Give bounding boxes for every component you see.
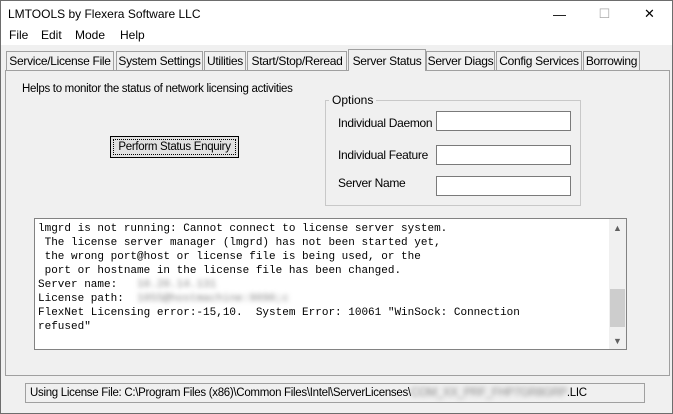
status-prefix: Using License File: C:\Program Files (x8… xyxy=(30,387,411,399)
tab-system-settings[interactable]: System Settings xyxy=(116,51,203,70)
perform-status-enquiry-button[interactable]: Perform Status Enquiry xyxy=(110,136,239,158)
output-scrollbar[interactable]: ▲ ▼ xyxy=(609,219,626,349)
scroll-down-icon[interactable]: ▼ xyxy=(609,332,626,349)
scroll-up-icon[interactable]: ▲ xyxy=(609,219,626,236)
tab-config-services[interactable]: Config Services xyxy=(496,51,582,70)
status-output-text: lmgrd is not running: Cannot connect to … xyxy=(38,222,603,334)
output-line: refused" xyxy=(38,321,91,333)
menu-edit[interactable]: Edit xyxy=(41,28,62,42)
tab-service-license-file[interactable]: Service/License File xyxy=(6,51,114,70)
license-file-status-bar: Using License File: C:\Program Files (x8… xyxy=(25,383,645,403)
individual-feature-label: Individual Feature xyxy=(338,148,428,162)
individual-daemon-input[interactable] xyxy=(436,111,571,131)
status-suffix: .LIC xyxy=(566,387,587,399)
individual-feature-input[interactable] xyxy=(436,145,571,165)
status-blurred-filename: COM_XX_PRF_FHP7GR8GRP xyxy=(410,387,567,399)
server-name-label: Server Name xyxy=(338,176,406,190)
server-name-input[interactable] xyxy=(436,176,571,196)
maximize-icon[interactable]: ☐ xyxy=(582,1,627,27)
scroll-thumb[interactable] xyxy=(610,289,625,327)
tab-server-diags[interactable]: Server Diags xyxy=(426,51,495,70)
help-text: Helps to monitor the status of network l… xyxy=(22,83,293,95)
menu-file[interactable]: File xyxy=(9,28,28,42)
lmtools-window: LMTOOLS by Flexera Software LLC — ☐ ✕ Fi… xyxy=(0,0,673,414)
menu-bar: File Edit Mode Help xyxy=(1,27,672,45)
output-line-license-path: License path: 1055@hostmachine:9090;c xyxy=(38,292,603,306)
output-line: lmgrd is not running: Cannot connect to … xyxy=(38,223,448,235)
license-path-output-label: License path: xyxy=(38,293,124,305)
tab-borrowing[interactable]: Borrowing xyxy=(583,51,640,70)
output-line: the wrong port@host or license file is b… xyxy=(38,251,421,263)
title-bar[interactable]: LMTOOLS by Flexera Software LLC — ☐ ✕ xyxy=(1,1,672,27)
server-name-output-value: 10.20.14.131 xyxy=(137,279,217,291)
server-name-output-label: Server name: xyxy=(38,279,118,291)
server-status-panel: Helps to monitor the status of network l… xyxy=(5,70,670,376)
menu-mode[interactable]: Mode xyxy=(75,28,105,42)
output-line: FlexNet Licensing error:-15,10. System E… xyxy=(38,307,520,319)
options-legend: Options xyxy=(329,93,377,107)
minimize-icon[interactable]: — xyxy=(537,1,582,27)
tab-start-stop-reread[interactable]: Start/Stop/Reread xyxy=(247,51,347,70)
status-output-textarea[interactable]: lmgrd is not running: Cannot connect to … xyxy=(34,218,627,350)
license-path-output-value: 1055@hostmachine:9090;c xyxy=(137,293,289,305)
tab-utilities[interactable]: Utilities xyxy=(204,51,246,70)
close-icon[interactable]: ✕ xyxy=(627,1,672,27)
menu-help[interactable]: Help xyxy=(120,28,145,42)
output-line-server-name: Server name: 10.20.14.131 xyxy=(38,278,603,292)
window-title: LMTOOLS by Flexera Software LLC xyxy=(8,7,201,21)
output-line: port or hostname in the license file has… xyxy=(38,265,402,277)
individual-daemon-label: Individual Daemon xyxy=(338,116,433,130)
output-line: The license server manager (lmgrd) has n… xyxy=(38,237,441,249)
tab-strip: Service/License File System Settings Uti… xyxy=(5,49,670,71)
tab-server-status[interactable]: Server Status xyxy=(348,49,426,71)
